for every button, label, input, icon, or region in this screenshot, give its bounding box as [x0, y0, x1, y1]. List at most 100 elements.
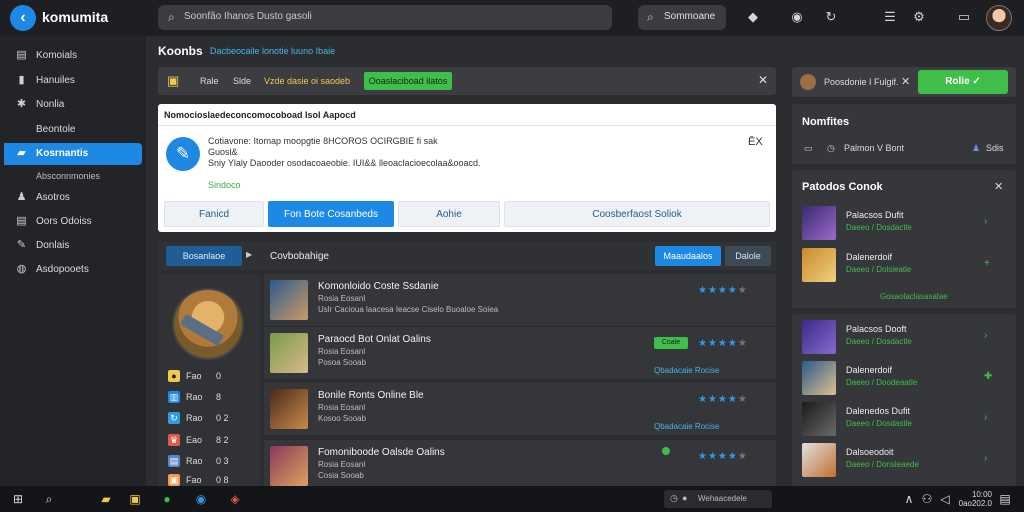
section-toolbar: Bosanlaoe ▶ Covbobahige Maaudaalos Dalol… — [158, 242, 776, 270]
sidebar-item-nonlia[interactable]: ✱ Nonlia — [0, 94, 146, 116]
accept-button[interactable]: Rolie ✓ — [918, 70, 1008, 94]
dialog-button-primary[interactable]: Fon Bote Cosanbeds — [268, 201, 394, 227]
list-item[interactable]: Bonile Ronts Online Ble Rosia Eosanl Kos… — [264, 383, 776, 435]
arrow-icon[interactable]: › — [984, 216, 987, 227]
diamond-icon[interactable]: ◆ — [745, 9, 761, 25]
clock[interactable]: 10:00 0ao202.0 — [958, 490, 992, 508]
page-title: Koonbs — [158, 44, 203, 58]
stat-label: Rao — [186, 413, 203, 423]
friend-item[interactable]: Dalenerdoif Daeeo / Dolsieatle + — [802, 248, 1008, 284]
list-icon: ▤ — [168, 455, 180, 467]
list-item-link[interactable]: Qbadacaie Rocise — [654, 422, 719, 431]
sidebar-item-komoials[interactable]: ▤ Komoials — [0, 45, 146, 67]
list-item[interactable]: Paraocd Bot Onlat Oalins Rosia Eosanl Po… — [264, 327, 776, 379]
gift-icon: ▣ — [168, 474, 180, 486]
stat-label: Eao — [186, 435, 203, 445]
edit-icon: ✎ — [16, 239, 27, 251]
dialog-text: Sniy Ylaly Daooder osodacoaeobie. IUI&& … — [208, 158, 481, 168]
chevron-up-icon[interactable]: ∧ — [900, 490, 918, 508]
dialog-title: Nomocioslaedeconcomocoboad Isol Aapocd — [164, 110, 356, 120]
image-icon[interactable]: ▣ — [126, 490, 144, 508]
profile-stat: ● Fao 0 — [168, 370, 258, 384]
search-icon: ◷ — [670, 493, 678, 503]
friend-status: Daeeo / Doodeaatle — [846, 378, 918, 387]
activity-panel: Palacsos Dooft Daeeo / Dosdactle › Dalen… — [792, 314, 1016, 486]
sidebar-item-oors-odoiss[interactable]: ▤ Oors Odoiss — [0, 211, 146, 233]
close-icon[interactable]: ✕ — [994, 180, 1003, 193]
section-secondary-button[interactable]: Dalole — [725, 246, 771, 266]
list-icon[interactable]: ☰ — [882, 9, 898, 25]
gear-icon[interactable]: ⚙ — [911, 9, 927, 25]
list-item[interactable]: Fomoniboode Oalsde Oalins Rosia Eosanl C… — [264, 440, 776, 486]
dialog-button-cancel[interactable]: Fanicd — [164, 201, 264, 227]
stat-label: Rao — [186, 392, 203, 402]
search-input[interactable]: ⌕ Soonfão Ihanos Dusto gasoli — [158, 5, 612, 30]
sidebar-item-beontole[interactable]: Beontole — [0, 119, 146, 141]
friend-item[interactable]: Dalenerdoif Daeeo / Doodeaatle ✚ — [802, 361, 1008, 397]
notifications-panel: Nomfites ▭ ◷ Palmon V Bont ♟ Sdis — [792, 104, 1016, 164]
gear-icon: ✱ — [16, 98, 27, 110]
notification-text: Rale — [200, 76, 219, 86]
category-dropdown[interactable]: Bosanlaoe — [166, 246, 242, 266]
volume-icon[interactable]: ◁ — [936, 490, 954, 508]
arrow-icon[interactable]: › — [984, 412, 987, 423]
list-item[interactable]: Komonloido Coste Ssdanie Rosia Eosanl Us… — [264, 274, 776, 326]
notification-action-button[interactable]: Ooaslaciboad ilatos — [364, 72, 452, 90]
friend-item[interactable]: Dalenedos Dufit Daeeo / Dosdastle › — [802, 402, 1008, 438]
stat-value: 0 3 — [216, 456, 229, 466]
message-icon[interactable]: ▭ — [956, 9, 972, 25]
taskbar-search-text: Wehaacedele — [698, 494, 747, 503]
list-item-title: Paraocd Bot Onlat Oalins — [318, 334, 431, 345]
folder-icon[interactable]: ▰ — [97, 490, 115, 508]
notifications-icon[interactable]: ▤ — [996, 490, 1014, 508]
friend-item[interactable]: Palacsos Dooft Daeeo / Dosdactle › — [802, 320, 1008, 356]
section-primary-button[interactable]: Maaudaalos — [655, 246, 721, 266]
sidebar-item-asotros[interactable]: ♟ Asotros — [0, 187, 146, 209]
notification-bar: ▣ Rale Slde Vzde dasie oi saodeb Ooaslac… — [158, 67, 776, 95]
circle-icon[interactable]: ◉ — [789, 9, 805, 25]
add-icon[interactable]: + — [984, 258, 990, 269]
sidebar-subitem[interactable]: Absconnmonies — [36, 171, 100, 181]
profile-avatar[interactable] — [172, 288, 244, 360]
chevron-right-icon[interactable]: ▶ — [246, 250, 252, 259]
sidebar-item-donlais[interactable]: ✎ Donlais — [0, 235, 146, 257]
friend-item[interactable]: Dalsoeodoit Daeeo / Donsleaede › — [802, 443, 1008, 479]
sidebar-item-asdopooets[interactable]: ◍ Asdopooets — [0, 259, 146, 281]
arrow-icon[interactable]: › — [984, 330, 987, 341]
puzzle-icon[interactable]: ✚ — [984, 371, 992, 382]
friend-status: Daeeo / Dosdastle — [846, 419, 912, 428]
dialog-button-secondary[interactable]: Aohie — [398, 201, 500, 227]
arrow-icon[interactable]: › — [984, 453, 987, 464]
friend-status: Daeeo / Dolsieatle — [846, 265, 912, 274]
refresh-icon: ↻ — [168, 412, 180, 424]
dialog-button-tertiary[interactable]: Coosberfaost Soliok — [504, 201, 770, 227]
user-avatar[interactable] — [986, 5, 1012, 31]
list-item-title: Komonloido Coste Ssdanie — [318, 281, 439, 292]
refresh-icon[interactable]: ↻ — [823, 9, 839, 25]
secondary-search-label: Sommoane — [664, 11, 716, 22]
sidebar-item-kosrnantis[interactable]: ▰ Kosrnantis — [4, 143, 142, 165]
secondary-search-button[interactable]: ⌕ Sommoane — [638, 5, 726, 30]
notification-highlight: Vzde dasie oi saodeb — [264, 76, 351, 86]
list-item-link[interactable]: Qbadacaie Rocise — [654, 366, 719, 375]
dialog-close-button[interactable]: ĒX — [748, 136, 763, 148]
sidebar-item-label: Hanuiles — [36, 75, 75, 86]
list-item-title: Bonile Ronts Online Ble — [318, 390, 424, 401]
sidebar-item-hanuiles[interactable]: ▮ Hanuiles — [0, 70, 146, 92]
app-icon[interactable]: ● — [158, 490, 176, 508]
shield-icon[interactable]: ◈ — [226, 490, 244, 508]
panel-link[interactable]: Sdis — [986, 143, 1004, 153]
panel-footer-link[interactable]: Gosaolaclasasalae — [880, 292, 948, 301]
friend-item[interactable]: Palacsos Dufit Daeeo / Dosdactle › — [802, 206, 1008, 242]
windows-start-icon[interactable]: ⊞ — [9, 490, 27, 508]
back-arrow-icon[interactable]: ‹ — [10, 5, 36, 31]
taskbar-search[interactable]: ◷ ● Wehaacedele — [664, 490, 772, 508]
network-icon[interactable]: ⚇ — [918, 490, 936, 508]
status-badge: Coale — [654, 337, 688, 349]
page-subtitle[interactable]: Dacbeocaile lonotie luuno Ibaie — [210, 46, 335, 56]
sidebar-item-label: Donlais — [36, 240, 70, 251]
browser-icon[interactable]: ◉ — [192, 490, 210, 508]
close-icon[interactable]: ✕ — [901, 75, 910, 88]
search-icon[interactable]: ⌕ — [40, 490, 58, 508]
close-icon[interactable]: ✕ — [758, 73, 768, 87]
